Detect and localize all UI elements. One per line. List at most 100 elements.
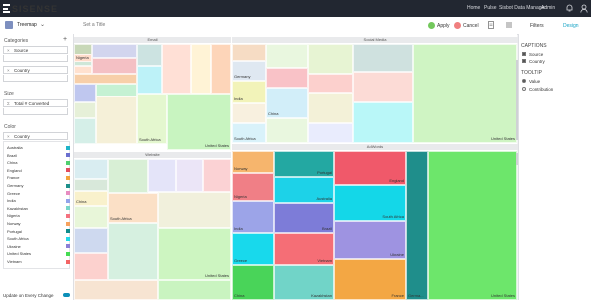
treemap-tile[interactable] [137,44,162,66]
treemap-icon[interactable] [5,21,13,29]
treemap-tile[interactable] [162,44,191,94]
apply-icon[interactable] [428,22,435,29]
treemap-tile[interactable]: South Africa [232,123,266,143]
color-swatch[interactable] [66,153,70,158]
color-swatch[interactable] [66,175,70,180]
treemap-tile[interactable] [96,96,137,144]
treemap-tile[interactable] [176,159,203,192]
caption-source-checkbox[interactable] [522,52,526,56]
treemap-tile[interactable]: Greece [232,233,274,265]
treemap-tile[interactable]: Vietnam [274,233,334,265]
treemap-tile[interactable]: South Africa [334,185,406,221]
treemap-tile[interactable] [308,74,353,93]
tab-filters[interactable]: Filters [530,23,544,29]
treemap-tile[interactable]: Kazakhstan [274,265,334,300]
color-swatch[interactable] [66,183,70,188]
category-field-blank[interactable] [3,55,68,62]
settings-icon[interactable] [505,21,513,29]
treemap-tile[interactable]: China [232,265,274,300]
category-field-source[interactable]: × Source [3,46,68,54]
treemap-tile[interactable] [108,159,148,193]
treemap-tile[interactable]: Australia [274,177,334,203]
color-swatch[interactable] [66,213,70,218]
add-category-icon[interactable]: + [63,36,67,43]
treemap-tile[interactable]: Germany [232,61,266,81]
color-swatch[interactable] [66,145,70,150]
size-field-blank[interactable] [3,108,68,115]
treemap-tile[interactable]: China [266,88,308,118]
tab-design[interactable]: Design [563,23,579,29]
size-field[interactable]: Σ Total # Converted [3,99,68,107]
sisense-logo[interactable]: SISENSE [3,3,58,14]
color-swatch[interactable] [66,206,70,211]
treemap-tile[interactable] [74,280,158,300]
treemap-tile[interactable] [266,118,308,143]
color-swatch[interactable] [66,244,70,249]
color-swatch[interactable] [66,229,70,234]
treemap-tile[interactable] [74,66,92,74]
treemap-tile[interactable]: United States [413,44,517,143]
color-swatch[interactable] [66,251,70,256]
category-field-country[interactable]: × Country [3,66,68,74]
nav-pulse[interactable]: Pulse [484,5,497,11]
color-swatch[interactable] [66,236,70,241]
group-header-social-media[interactable]: Social Media [232,37,518,43]
treemap-tile[interactable]: United States [158,228,231,280]
treemap-tile[interactable] [266,68,308,88]
treemap-tile[interactable] [353,44,413,72]
treemap-tile[interactable]: United States [428,151,517,300]
treemap-tile[interactable] [308,93,353,123]
tooltip-contribution-radio[interactable] [522,87,526,91]
nav-home[interactable]: Home [467,5,480,11]
color-swatch[interactable] [66,191,70,196]
treemap-tile[interactable]: United States [167,94,231,150]
treemap-tile[interactable]: India [232,201,274,233]
treemap-tile[interactable] [74,74,137,84]
treemap-tile[interactable] [74,228,108,253]
color-swatch[interactable] [66,198,70,203]
treemap-tile[interactable] [92,58,137,74]
treemap-tile[interactable] [266,44,308,68]
treemap-tile[interactable]: Brazil [274,203,334,233]
treemap-tile[interactable] [74,179,108,191]
update-toggle[interactable] [63,293,70,297]
treemap-tile[interactable] [74,206,108,228]
treemap-tile[interactable] [232,44,266,61]
treemap-tile[interactable] [148,159,176,192]
remove-icon[interactable]: × [7,67,10,74]
chevron-down-icon[interactable]: ⌄ [40,21,45,28]
treemap-tile[interactable]: India [232,81,266,103]
nav-data-manager[interactable]: Sisbot Data Manager [499,5,546,11]
treemap-tile[interactable] [74,84,96,102]
treemap-tile[interactable] [308,44,353,74]
treemap-tile[interactable] [108,223,158,280]
color-swatch[interactable] [66,221,70,226]
color-swatch[interactable] [66,168,70,173]
bell-icon[interactable] [566,4,573,12]
group-header-email[interactable]: Email [74,37,231,43]
category-field-blank[interactable] [3,75,68,82]
treemap-tile[interactable]: China [74,191,108,206]
group-header-website[interactable]: Website [74,152,231,158]
widget-type-label[interactable]: Treemap [17,22,37,28]
remove-icon[interactable]: × [7,133,10,140]
cancel-icon[interactable] [454,22,461,29]
treemap-tile[interactable]: France [334,259,406,300]
treemap-tile[interactable] [92,44,137,58]
user-icon[interactable] [580,4,588,13]
color-swatch[interactable] [66,259,70,264]
treemap-tile[interactable] [191,44,211,94]
treemap-tile[interactable] [211,44,231,94]
remove-icon[interactable]: × [7,47,10,54]
apply-button[interactable]: Apply [437,23,450,29]
nav-admin[interactable]: Admin [541,5,555,11]
treemap-tile[interactable] [158,280,231,300]
document-icon[interactable] [487,21,495,29]
treemap-tile[interactable]: South Africa [108,193,158,223]
treemap-tile[interactable]: England [334,151,406,185]
treemap-tile[interactable] [158,192,231,228]
color-swatch[interactable] [66,160,70,165]
tooltip-value-radio[interactable] [522,79,526,83]
treemap-tile[interactable]: Nigeria [232,173,274,201]
treemap-tile[interactable] [353,72,413,102]
